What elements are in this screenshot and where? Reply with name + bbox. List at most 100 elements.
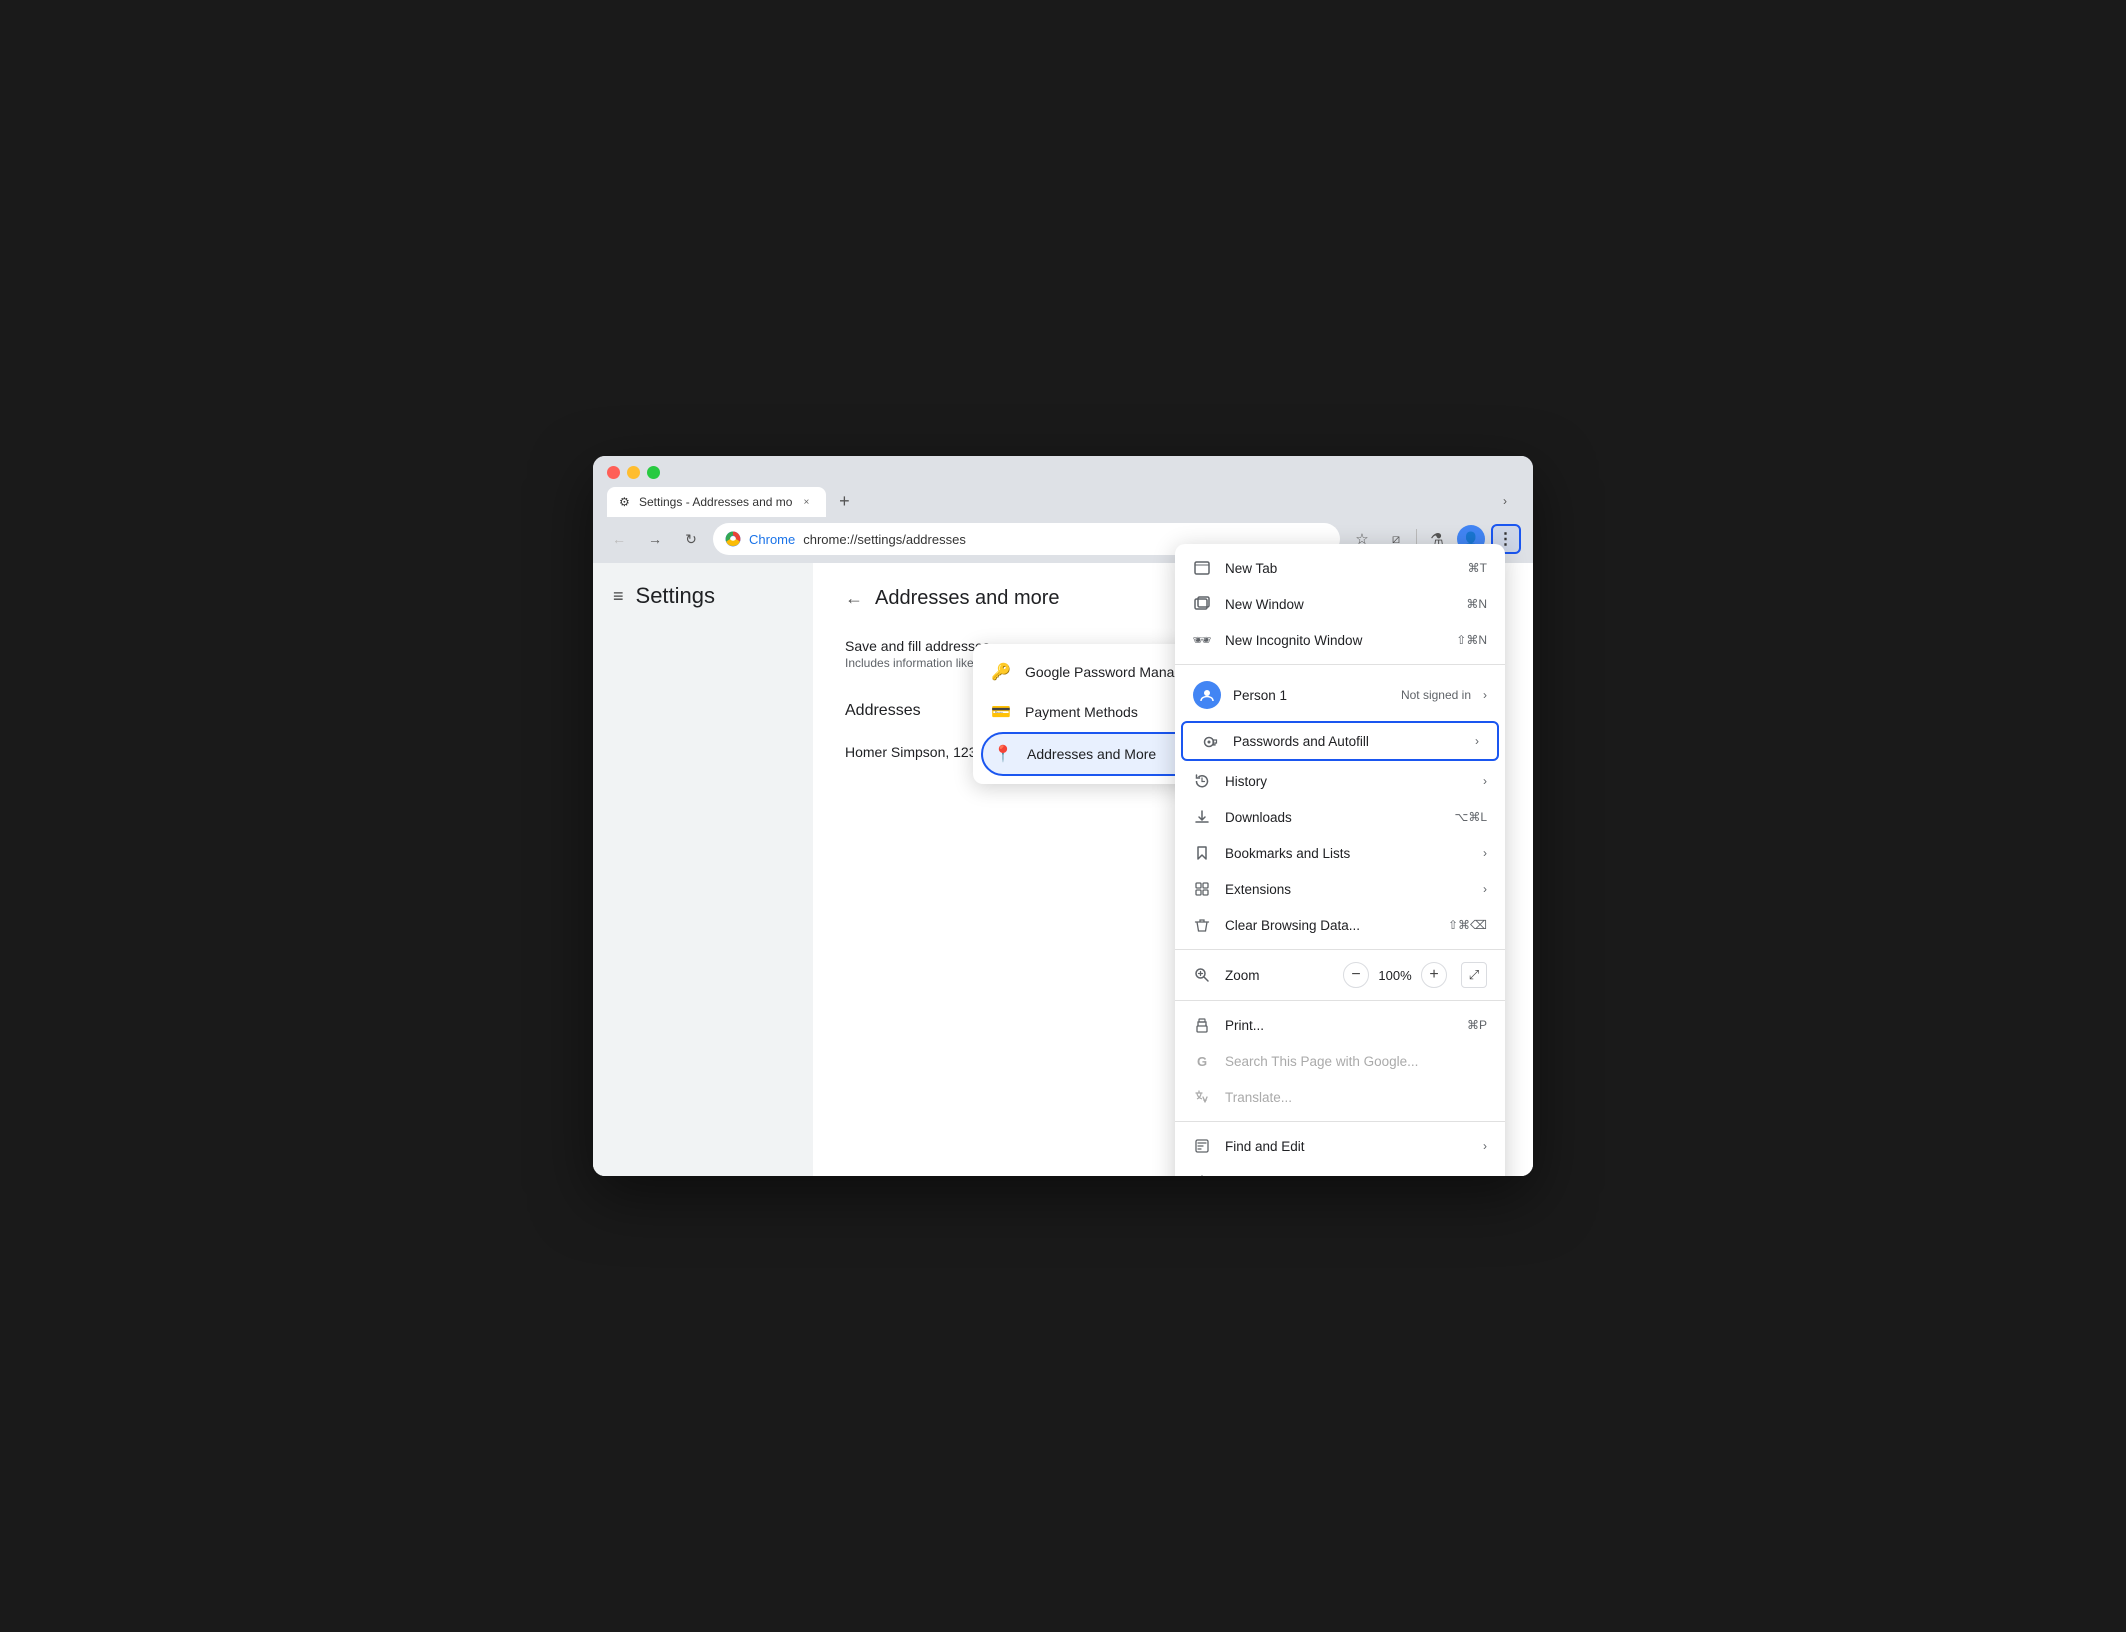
maximize-traffic-light[interactable] [647,466,660,479]
traffic-lights [607,466,1519,479]
payment-methods-label: Payment Methods [1025,704,1138,720]
new-tab-button[interactable]: + [830,487,858,515]
passwords-autofill-arrow: › [1475,734,1479,748]
hamburger-icon[interactable]: ≡ [613,586,624,607]
menu-item-print[interactable]: Print... ⌘P [1175,1007,1505,1043]
save-share-label: Save, Share, and Cast [1225,1175,1469,1177]
find-edit-label: Find and Edit [1225,1139,1469,1154]
zoom-minus-button[interactable]: − [1343,962,1369,988]
zoom-value: 100% [1377,968,1413,983]
menu-item-bookmarks[interactable]: Bookmarks and Lists › [1175,835,1505,871]
print-shortcut: ⌘P [1467,1018,1487,1032]
browser-window: ⚙ Settings - Addresses and mo × + › ← → … [593,456,1533,1176]
find-edit-icon [1193,1137,1211,1155]
settings-sidebar: ≡ Settings [593,563,813,1176]
extensions-menu-icon [1193,880,1211,898]
downloads-shortcut: ⌥⌘L [1454,810,1487,824]
url-text: chrome://settings/addresses [803,532,966,547]
tab-list-chevron[interactable]: › [1491,487,1519,515]
new-window-shortcut: ⌘N [1466,597,1487,611]
google-password-manager-label: Google Password Manager [1025,664,1195,680]
person-name: Person 1 [1233,688,1389,703]
person-avatar [1193,681,1221,709]
zoom-label: Zoom [1225,968,1260,983]
menu-item-downloads[interactable]: Downloads ⌥⌘L [1175,799,1505,835]
incognito-icon: 🕶 [1193,631,1211,649]
settings-title: Settings [636,583,716,609]
tabs-row: ⚙ Settings - Addresses and mo × + › [607,487,1519,517]
menu-item-save-share[interactable]: Save, Share, and Cast › [1175,1164,1505,1176]
menu-divider-3 [1175,1000,1505,1001]
new-window-icon [1193,595,1211,613]
menu-item-new-tab[interactable]: New Tab ⌘T [1175,550,1505,586]
menu-item-search-page: G Search This Page with Google... [1175,1043,1505,1079]
fullscreen-icon: ⤢ [1469,967,1479,983]
settings-header: ≡ Settings [593,583,813,629]
passwords-autofill-row[interactable]: Passwords and Autofill › [1181,721,1499,761]
fullscreen-button[interactable]: ⤢ [1461,962,1487,988]
reload-icon: ↻ [685,531,697,548]
forward-icon: → [648,531,662,547]
menu-item-history[interactable]: History › [1175,763,1505,799]
extensions-label: Extensions [1225,882,1469,897]
person-row[interactable]: Person 1 Not signed in › [1175,671,1505,719]
google-g-icon: G [1193,1052,1211,1070]
url-prefix: Chrome [749,532,795,547]
menu-item-clear-browsing[interactable]: Clear Browsing Data... ⇧⌘⌫ [1175,907,1505,943]
history-icon [1193,772,1211,790]
title-bar: ⚙ Settings - Addresses and mo × + › [593,456,1533,517]
menu-item-new-window[interactable]: New Window ⌘N [1175,586,1505,622]
zoom-plus-button[interactable]: + [1421,962,1447,988]
active-tab[interactable]: ⚙ Settings - Addresses and mo × [607,487,826,517]
translate-icon [1193,1088,1211,1106]
back-arrow-button[interactable]: ← [845,588,863,609]
person-row-arrow: › [1483,688,1487,702]
page-section-title: Addresses and more [875,587,1060,610]
credit-card-icon: 💳 [991,702,1011,722]
find-edit-arrow: › [1483,1139,1487,1153]
back-button[interactable]: ← [605,525,633,553]
print-icon [1193,1016,1211,1034]
zoom-icon [1193,966,1211,984]
menu-divider-1 [1175,664,1505,665]
zoom-controls: − 100% + ⤢ [1343,962,1487,988]
tab-favicon: ⚙ [619,495,633,509]
menu-item-extensions[interactable]: Extensions › [1175,871,1505,907]
extensions-arrow: › [1483,882,1487,896]
passwords-autofill-label: Passwords and Autofill [1233,734,1461,749]
clear-browsing-shortcut: ⇧⌘⌫ [1448,918,1487,932]
print-label: Print... [1225,1018,1453,1033]
history-label: History [1225,774,1469,789]
save-share-arrow: › [1483,1175,1487,1176]
new-tab-icon [1193,559,1211,577]
tab-title: Settings - Addresses and mo [639,495,792,509]
reload-button[interactable]: ↻ [677,525,705,553]
clear-browsing-label: Clear Browsing Data... [1225,918,1434,933]
forward-button[interactable]: → [641,525,669,553]
save-share-icon [1193,1173,1211,1176]
history-arrow: › [1483,774,1487,788]
downloads-label: Downloads [1225,810,1440,825]
key-icon: 🔑 [991,662,1011,682]
new-incognito-label: New Incognito Window [1225,633,1442,648]
passwords-autofill-icon [1201,732,1219,750]
addresses-and-more-label: Addresses and More [1027,746,1156,762]
bookmarks-arrow: › [1483,846,1487,860]
menu-item-translate: Translate... [1175,1079,1505,1115]
bookmarks-label: Bookmarks and Lists [1225,846,1469,861]
new-tab-shortcut: ⌘T [1468,561,1487,575]
new-incognito-shortcut: ⇧⌘N [1456,633,1487,647]
translate-label: Translate... [1225,1090,1487,1105]
menu-item-new-incognito[interactable]: 🕶 New Incognito Window ⇧⌘N [1175,622,1505,658]
person-status: Not signed in [1401,688,1471,702]
menu-item-find-edit[interactable]: Find and Edit › [1175,1128,1505,1164]
new-tab-label: New Tab [1225,561,1454,576]
minimize-traffic-light[interactable] [627,466,640,479]
new-window-label: New Window [1225,597,1452,612]
menu-divider-4 [1175,1121,1505,1122]
tab-close-button[interactable]: × [798,494,814,510]
dropdown-menu: New Tab ⌘T New Window ⌘N 🕶 New Incognito… [1175,544,1505,1176]
search-page-label: Search This Page with Google... [1225,1054,1487,1069]
clear-browsing-icon [1193,916,1211,934]
close-traffic-light[interactable] [607,466,620,479]
